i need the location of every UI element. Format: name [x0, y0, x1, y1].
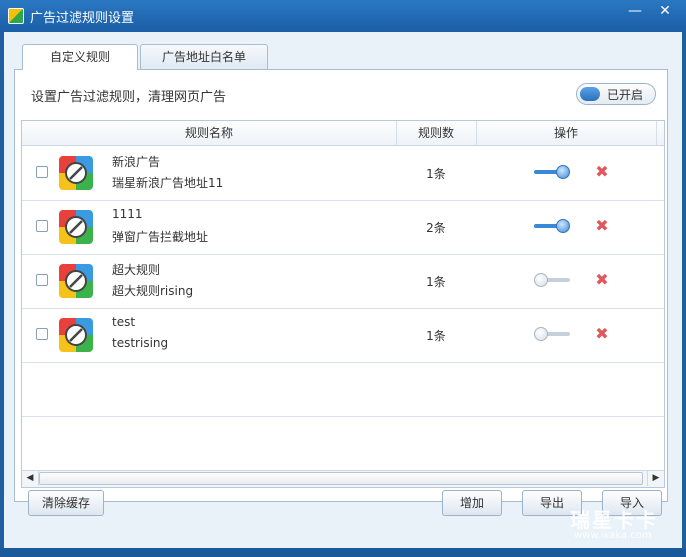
scroll-thumb[interactable]	[39, 472, 643, 485]
scroll-right-icon[interactable]: ▶	[647, 471, 664, 486]
delete-icon[interactable]: ✖	[594, 164, 610, 180]
rule-name: test	[112, 315, 136, 329]
table-row: 超大规则 超大规则rising 1条 ✖	[22, 254, 664, 309]
tab-panel: 设置广告过滤规则，清理网页广告 已开启 规则名称 规则数 操作 新浪广告 瑞星新…	[14, 69, 668, 502]
table-row: 1111 弹窗广告拦截地址 2条 ✖	[22, 200, 664, 255]
toggle-label: 已开启	[607, 88, 644, 102]
row-checkbox[interactable]	[36, 220, 48, 232]
window-bottom-border	[0, 548, 686, 557]
scroll-left-icon[interactable]: ◀	[22, 471, 39, 486]
watermark-brand: 瑞星卡卡	[570, 508, 658, 532]
rule-name: 1111	[112, 207, 143, 221]
title-bar: 广告过滤规则设置 — ✕	[0, 0, 686, 32]
horizontal-scrollbar[interactable]: ◀ ▶	[22, 470, 664, 487]
ad-block-icon	[59, 264, 93, 298]
window-title: 广告过滤规则设置	[30, 11, 135, 26]
rule-enable-slider[interactable]	[534, 219, 572, 233]
dialog-body: 自定义规则 广告地址白名单 设置广告过滤规则，清理网页广告 已开启 规则名称 规…	[4, 32, 682, 548]
rule-enable-slider[interactable]	[534, 165, 572, 179]
slider-knob[interactable]	[534, 273, 548, 287]
rule-name: 新浪广告	[112, 155, 161, 169]
row-checkbox[interactable]	[36, 274, 48, 286]
minimize-button[interactable]: —	[620, 0, 650, 22]
app-icon	[8, 8, 24, 24]
row-checkbox[interactable]	[36, 328, 48, 340]
rule-count: 1条	[426, 329, 446, 343]
toggle-knob	[580, 87, 600, 101]
rule-name: 超大规则	[112, 263, 161, 277]
master-toggle[interactable]: 已开启	[576, 83, 656, 105]
rule-desc: 弹窗广告拦截地址	[112, 230, 209, 244]
ad-block-icon	[59, 318, 93, 352]
rule-count: 2条	[426, 221, 446, 235]
slider-knob[interactable]	[556, 165, 570, 179]
close-button[interactable]: ✕	[650, 0, 680, 22]
delete-icon[interactable]: ✖	[594, 326, 610, 342]
rule-desc: 超大规则rising	[112, 284, 194, 298]
table-row: test testrising 1条 ✖	[22, 308, 664, 363]
clear-cache-button[interactable]: 清除缓存	[28, 490, 104, 516]
rule-enable-slider[interactable]	[534, 273, 572, 287]
rule-desc: 瑞星新浪广告地址11	[112, 176, 224, 190]
add-button[interactable]: 增加	[442, 490, 502, 516]
ad-block-icon	[59, 210, 93, 244]
rules-table: 规则名称 规则数 操作 新浪广告 瑞星新浪广告地址11 1条 ✖ 1111 弹窗…	[21, 120, 665, 488]
rule-desc: testrising	[112, 336, 169, 350]
description-text: 设置广告过滤规则，清理网页广告	[31, 90, 227, 105]
watermark: 瑞星卡卡 www.ikaka.com	[540, 500, 680, 544]
slider-knob[interactable]	[534, 327, 548, 341]
empty-row	[22, 362, 664, 417]
header-count[interactable]: 规则数	[396, 121, 477, 145]
row-checkbox[interactable]	[36, 166, 48, 178]
tab-ad-whitelist[interactable]: 广告地址白名单	[140, 44, 268, 69]
rule-count: 1条	[426, 275, 446, 289]
header-name[interactable]: 规则名称	[22, 121, 397, 145]
rule-enable-slider[interactable]	[534, 327, 572, 341]
table-row: 新浪广告 瑞星新浪广告地址11 1条 ✖	[22, 146, 664, 201]
ad-block-icon	[59, 156, 93, 190]
rule-count: 1条	[426, 167, 446, 181]
delete-icon[interactable]: ✖	[594, 218, 610, 234]
table-header: 规则名称 规则数 操作	[22, 121, 664, 146]
delete-icon[interactable]: ✖	[594, 272, 610, 288]
header-ops[interactable]: 操作	[476, 121, 657, 145]
watermark-url: www.ikaka.com	[574, 530, 652, 541]
slider-knob[interactable]	[556, 219, 570, 233]
tab-custom-rules[interactable]: 自定义规则	[22, 44, 138, 70]
